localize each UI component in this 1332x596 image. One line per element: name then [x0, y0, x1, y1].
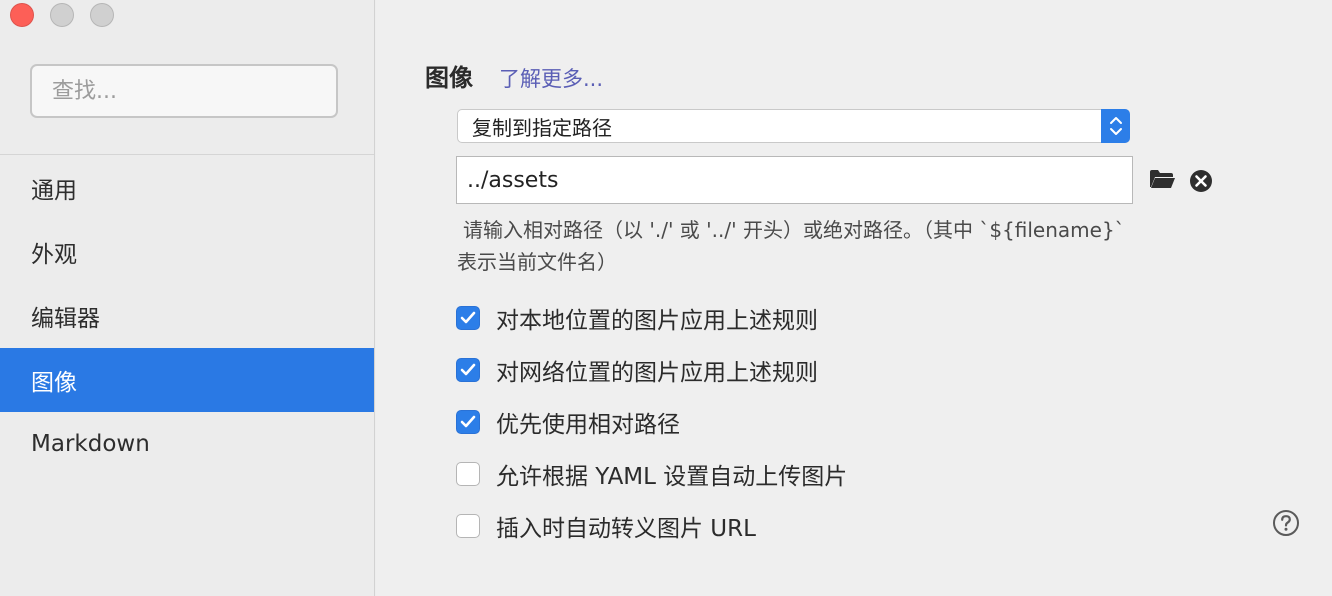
checkbox-checked-icon[interactable]: [456, 358, 480, 382]
sidebar-item-general[interactable]: 通用: [0, 156, 374, 220]
checkbox-label: 优先使用相对路径: [496, 412, 680, 438]
checkbox-label: 插入时自动转义图片 URL: [496, 516, 756, 542]
checkbox-checked-icon[interactable]: [456, 410, 480, 434]
sidebar-nav: 通用 外观 编辑器 图像 Markdown: [0, 156, 374, 476]
search-field: [30, 64, 338, 118]
sidebar-divider: [0, 154, 374, 155]
sidebar-item-label: 通用: [31, 178, 77, 204]
section-title: 图像: [425, 64, 473, 92]
checkbox-label: 允许根据 YAML 设置自动上传图片: [496, 464, 848, 490]
sidebar-item-appearance[interactable]: 外观: [0, 220, 374, 284]
sidebar-item-markdown[interactable]: Markdown: [0, 412, 374, 476]
checkbox-unchecked-icon[interactable]: [456, 514, 480, 538]
sidebar-item-image[interactable]: 图像: [0, 348, 374, 412]
checkbox-local-images[interactable]: 对本地位置的图片应用上述规则: [456, 292, 847, 344]
sidebar-item-label: Markdown: [31, 431, 150, 457]
close-circle-icon[interactable]: [1189, 169, 1213, 193]
window-controls: [10, 3, 114, 27]
search-input[interactable]: [52, 78, 316, 104]
checkbox-escape-url[interactable]: 插入时自动转义图片 URL: [456, 500, 847, 552]
zoom-icon[interactable]: [90, 3, 114, 27]
sidebar: 通用 外观 编辑器 图像 Markdown: [0, 0, 375, 596]
section-header: 图像 了解更多...: [425, 58, 603, 93]
select-value: 复制到指定路径: [472, 115, 612, 140]
sidebar-item-label: 编辑器: [31, 306, 100, 332]
checkbox-yaml-upload[interactable]: 允许根据 YAML 设置自动上传图片: [456, 448, 847, 500]
checkbox-label: 对本地位置的图片应用上述规则: [496, 308, 818, 334]
path-input[interactable]: [467, 167, 1132, 193]
sidebar-item-editor[interactable]: 编辑器: [0, 284, 374, 348]
checkbox-unchecked-icon[interactable]: [456, 462, 480, 486]
close-icon[interactable]: [10, 3, 34, 27]
up-down-chevron-icon: [1101, 109, 1130, 143]
checkbox-group: 对本地位置的图片应用上述规则 对网络位置的图片应用上述规则 优先使用相对路径 允…: [456, 292, 847, 552]
sidebar-item-label: 图像: [31, 370, 77, 396]
path-hint: 请输入相对路径（以 './' 或 '../' 开头）或绝对路径。（其中 `${f…: [457, 214, 1277, 278]
question-circle-icon[interactable]: [1272, 509, 1300, 537]
folder-icon[interactable]: [1148, 167, 1176, 191]
path-hint-line-2: 表示当前文件名）: [457, 250, 617, 274]
path-hint-line-1: 请输入相对路径（以 './' 或 '../' 开头）或绝对路径。（其中 `${f…: [463, 218, 1125, 242]
settings-panel: 图像 了解更多... 复制到指定路径 请输入相对路径（以 './' 或 '../…: [376, 0, 1332, 596]
checkbox-network-images[interactable]: 对网络位置的图片应用上述规则: [456, 344, 847, 396]
learn-more-link[interactable]: 了解更多...: [499, 63, 603, 93]
sidebar-item-label: 外观: [31, 242, 77, 268]
path-field: [456, 156, 1133, 204]
image-action-select[interactable]: 复制到指定路径: [457, 109, 1130, 143]
checkbox-label: 对网络位置的图片应用上述规则: [496, 360, 818, 386]
checkbox-prefer-relative[interactable]: 优先使用相对路径: [456, 396, 847, 448]
checkbox-checked-icon[interactable]: [456, 306, 480, 330]
minimize-icon[interactable]: [50, 3, 74, 27]
